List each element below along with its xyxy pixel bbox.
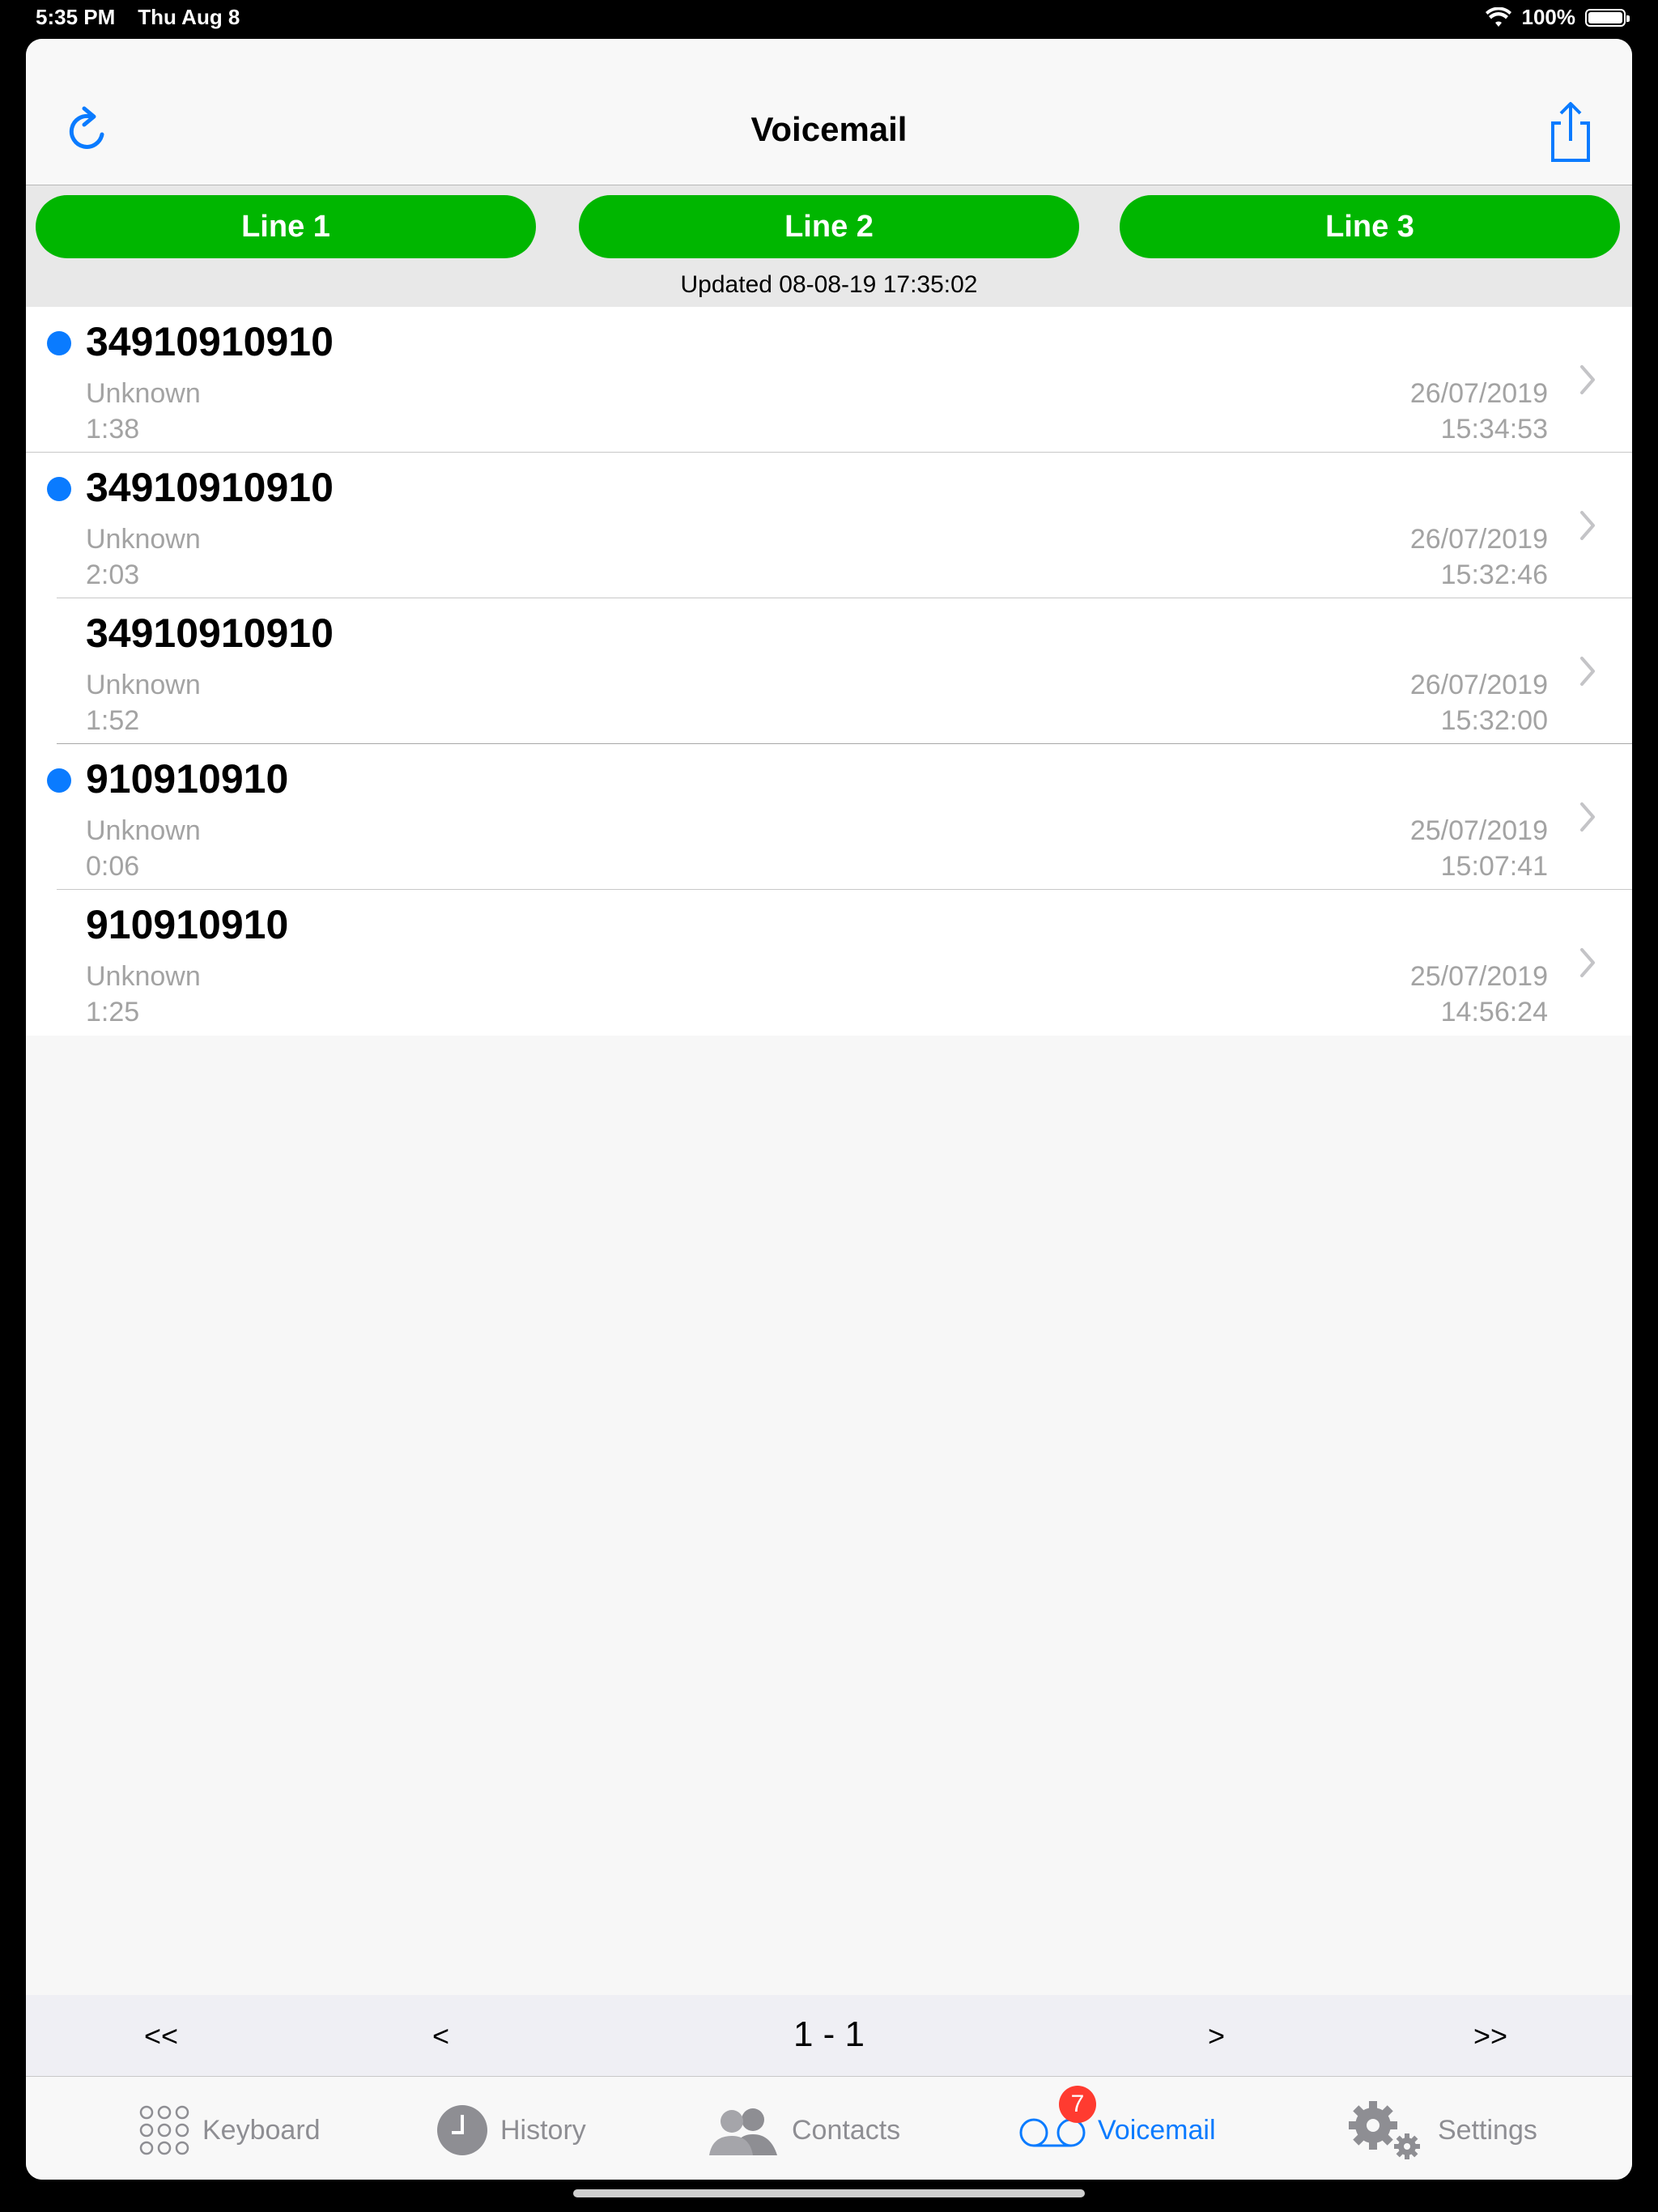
voicemail-badge: 7 — [1059, 2086, 1096, 2123]
message-duration: 2:03 — [86, 559, 140, 590]
battery-icon — [1585, 8, 1630, 27]
message-time: 15:32:00 — [1440, 705, 1548, 736]
caller-name: Unknown — [86, 378, 201, 409]
chevron-right-icon — [1580, 948, 1595, 977]
caller-number: 34910910910 — [86, 319, 334, 364]
tab-contacts[interactable]: Contacts — [706, 2102, 900, 2159]
tab-contacts-label: Contacts — [792, 2114, 901, 2146]
message-date: 26/07/2019 — [1409, 378, 1548, 409]
page-range: 1 - 1 — [793, 2014, 865, 2054]
share-icon[interactable] — [1545, 99, 1596, 164]
tab-history[interactable]: History — [436, 2102, 586, 2159]
caller-name: Unknown — [86, 815, 201, 846]
battery-fill — [1588, 11, 1622, 23]
message-date: 25/07/2019 — [1409, 961, 1548, 992]
line-2-button[interactable]: Line 2 — [579, 195, 1079, 258]
status-date: Thu Aug 8 — [138, 5, 240, 29]
tab-keyboard-label: Keyboard — [202, 2114, 321, 2146]
keypad-icon — [139, 2105, 189, 2155]
message-duration: 1:38 — [86, 414, 140, 445]
tab-keyboard[interactable]: Keyboard — [138, 2102, 321, 2159]
unread-dot — [47, 768, 71, 793]
message-duration: 0:06 — [86, 851, 140, 882]
voicemail-row[interactable]: 910910910 Unknown 1:25 25/07/2019 14:56:… — [26, 890, 1632, 1036]
tab-voicemail-label: Voicemail — [1098, 2114, 1216, 2146]
app-window: Voicemail Line 1 Line 2 Line 3 Updated 0… — [26, 39, 1632, 2180]
voicemail-row[interactable]: 34910910910 Unknown 2:03 26/07/2019 15:3… — [26, 453, 1632, 598]
voicemail-list: 34910910910 Unknown 1:38 26/07/2019 15:3… — [26, 307, 1632, 1036]
message-time: 15:32:46 — [1440, 559, 1548, 590]
caller-number: 910910910 — [86, 756, 289, 802]
status-bar: 5:35 PM Thu Aug 8 100% — [0, 0, 1658, 39]
line-3-button[interactable]: Line 3 — [1120, 195, 1620, 258]
contacts-icon — [709, 2108, 777, 2155]
tab-voicemail[interactable]: Voicemail — [1018, 2102, 1216, 2159]
chevron-right-icon — [1580, 802, 1595, 832]
voicemail-row[interactable]: 910910910 Unknown 0:06 25/07/2019 15:07:… — [26, 744, 1632, 890]
page-title: Voicemail — [750, 110, 908, 148]
line-selector: Line 1 Line 2 Line 3 Updated 08-08-19 17… — [26, 185, 1632, 307]
message-duration: 1:25 — [86, 997, 140, 1027]
tab-bar: Keyboard History Contacts Voicemail Sett… — [26, 2078, 1632, 2180]
wifi-icon — [1485, 6, 1511, 27]
last-page-button[interactable]: >> — [1473, 2019, 1507, 2053]
unread-dot — [47, 331, 71, 355]
voicemail-row[interactable]: 34910910910 Unknown 1:38 26/07/2019 15:3… — [26, 307, 1632, 453]
caller-name: Unknown — [86, 524, 201, 555]
tab-settings[interactable]: Settings — [1346, 2101, 1537, 2159]
voicemail-row[interactable]: 34910910910 Unknown 1:52 26/07/2019 15:3… — [26, 598, 1632, 744]
chevron-right-icon — [1580, 511, 1595, 540]
tab-settings-label: Settings — [1438, 2114, 1537, 2146]
gear-icon — [1349, 2101, 1420, 2159]
home-indicator[interactable] — [573, 2189, 1085, 2197]
message-time: 15:34:53 — [1440, 414, 1548, 445]
next-page-button[interactable]: > — [1208, 2019, 1225, 2053]
unread-dot — [47, 477, 71, 501]
tab-history-label: History — [500, 2114, 586, 2146]
caller-name: Unknown — [86, 670, 201, 700]
status-time: 5:35 PM — [36, 5, 116, 29]
battery-percent: 100% — [1521, 5, 1576, 29]
message-time: 14:56:24 — [1440, 997, 1548, 1027]
caller-number: 910910910 — [86, 902, 289, 947]
chevron-right-icon — [1580, 365, 1595, 394]
message-date: 26/07/2019 — [1409, 670, 1548, 700]
caller-number: 34910910910 — [86, 610, 334, 656]
message-duration: 1:52 — [86, 705, 140, 736]
chevron-right-icon — [1580, 657, 1595, 686]
caller-number: 34910910910 — [86, 465, 334, 510]
pagination-bar: << < 1 - 1 > >> — [26, 1995, 1632, 2077]
message-date: 25/07/2019 — [1409, 815, 1548, 846]
caller-name: Unknown — [86, 961, 201, 992]
clock-icon — [437, 2105, 487, 2155]
message-date: 26/07/2019 — [1409, 524, 1548, 555]
message-time: 15:07:41 — [1440, 851, 1548, 882]
updated-timestamp: Updated 08-08-19 17:35:02 — [680, 271, 978, 298]
navigation-bar: Voicemail — [26, 39, 1632, 185]
line-1-button[interactable]: Line 1 — [36, 195, 536, 258]
